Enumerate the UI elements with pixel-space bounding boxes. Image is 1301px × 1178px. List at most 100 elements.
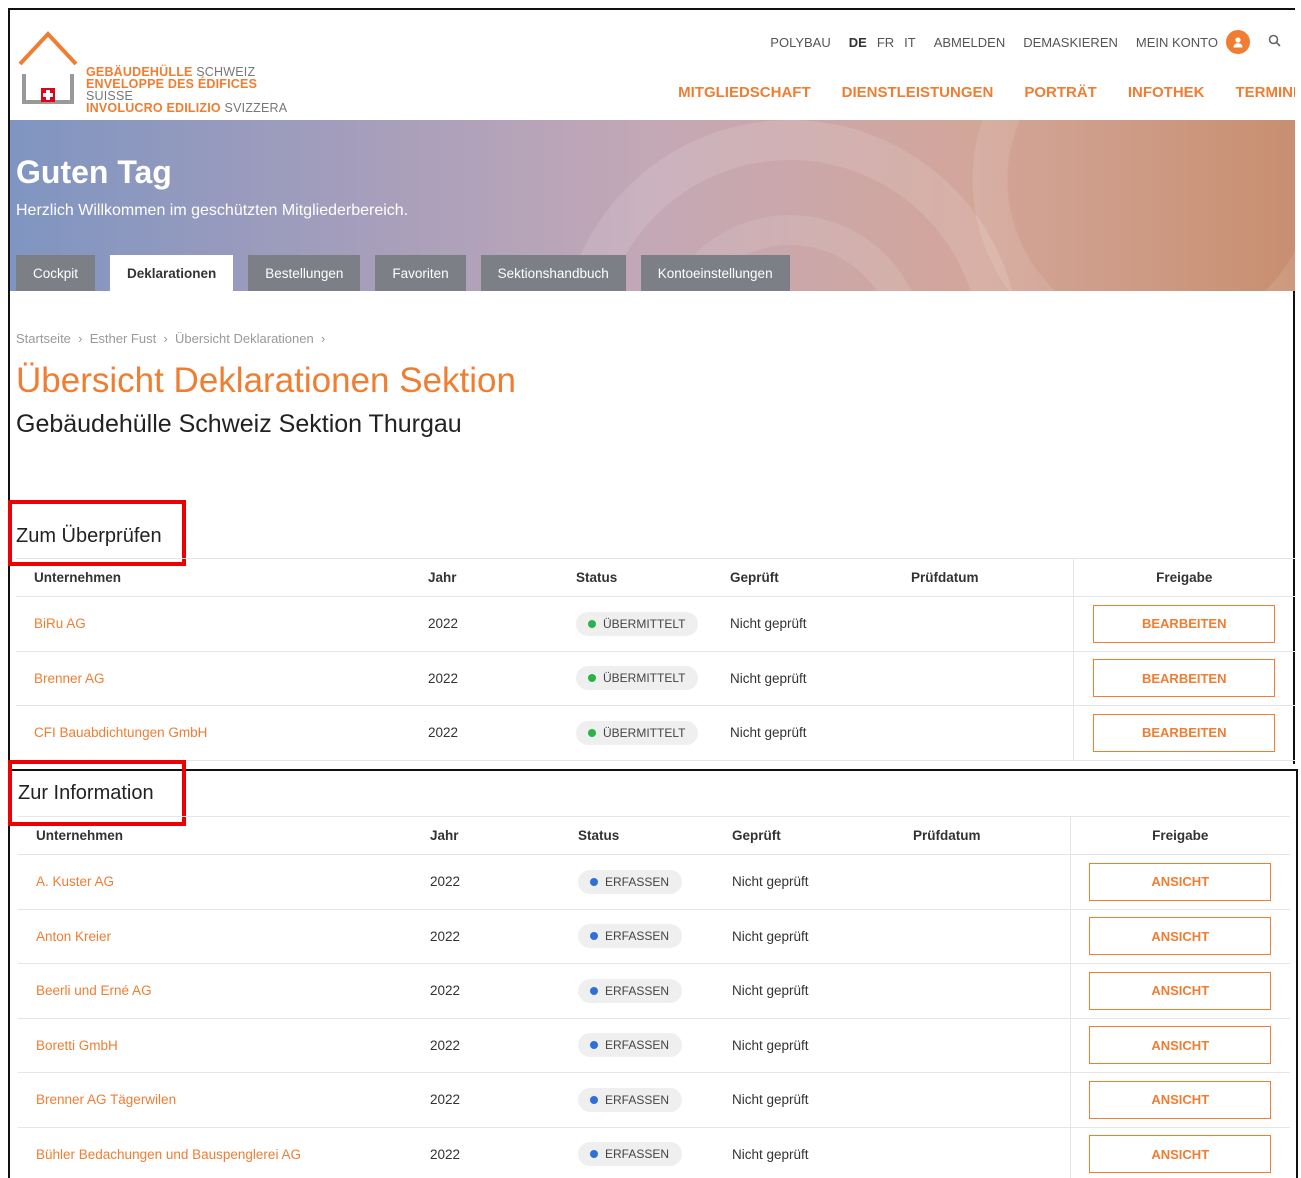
edit-button[interactable]: BEARBEITEN (1093, 659, 1276, 698)
company-link[interactable]: Boretti GmbH (18, 1018, 430, 1073)
breadcrumb-user[interactable]: Esther Fust (90, 331, 156, 346)
top-navigation: POLYBAU DE FR IT ABMELDEN DEMASKIEREN ME… (770, 30, 1295, 54)
lang-fr[interactable]: FR (877, 35, 894, 50)
checked-cell: Nicht geprüft (732, 854, 913, 910)
breadcrumb-current[interactable]: Übersicht Deklarationen (175, 331, 314, 346)
status-label: ÜBERMITTELT (603, 671, 686, 686)
logout-link[interactable]: ABMELDEN (934, 35, 1006, 50)
status-dot-icon (588, 619, 596, 628)
tab-sektionshandbuch[interactable]: Sektionshandbuch (480, 255, 626, 291)
company-link[interactable]: Anton Kreier (18, 909, 430, 964)
tab-bestellungen[interactable]: Bestellungen (248, 255, 361, 291)
language-switcher: DE FR IT (849, 35, 916, 50)
table-row: Beerli und Erné AG 2022 ERFASSEN Nicht g… (18, 963, 1290, 1019)
status-label: ERFASSEN (605, 1147, 670, 1162)
checked-cell: Nicht geprüft (732, 1072, 913, 1128)
nav-portraet[interactable]: PORTRÄT (1024, 84, 1097, 101)
action-cell: ANSICHT (1069, 1018, 1290, 1073)
status-label: ERFASSEN (605, 1038, 670, 1053)
status-badge: ERFASSEN (578, 978, 683, 1003)
table-row: BiRu AG 2022 ÜBERMITTELT Nicht geprüft B… (16, 596, 1295, 652)
col-jahr: Jahr (428, 558, 576, 597)
col-pruefdatum: Prüfdatum (911, 558, 1073, 597)
date-cell (911, 705, 1073, 761)
checked-cell: Nicht geprüft (730, 705, 911, 761)
edit-button[interactable]: BEARBEITEN (1093, 713, 1276, 752)
year-cell: 2022 (430, 909, 578, 964)
col-unternehmen: Unternehmen (16, 558, 428, 597)
table-row: Boretti GmbH 2022 ERFASSEN Nicht geprüft… (18, 1018, 1290, 1073)
lang-it[interactable]: IT (904, 35, 916, 50)
hero-title: Guten Tag (16, 154, 172, 190)
status-cell: ERFASSEN (578, 1018, 732, 1073)
company-link[interactable]: BiRu AG (16, 596, 428, 652)
action-cell: ANSICHT (1069, 854, 1290, 910)
breadcrumb-separator: › (317, 331, 326, 346)
view-button[interactable]: ANSICHT (1089, 862, 1272, 901)
status-dot-icon (590, 1041, 598, 1050)
status-cell: ERFASSEN (578, 1127, 732, 1178)
table-header-row: Unternehmen Jahr Status Geprüft Prüfdatu… (16, 558, 1295, 597)
col-status: Status (576, 558, 730, 597)
lang-de[interactable]: DE (849, 35, 867, 50)
tab-deklarationen[interactable]: Deklarationen (110, 255, 234, 291)
date-cell (913, 1072, 1070, 1128)
tab-kontoeinstellungen[interactable]: Kontoeinstellungen (640, 255, 790, 291)
breadcrumb-separator: › (159, 331, 175, 346)
status-cell: ÜBERMITTELT (576, 651, 730, 706)
view-button[interactable]: ANSICHT (1089, 1080, 1272, 1119)
year-cell: 2022 (430, 963, 578, 1019)
nav-infothek[interactable]: INFOTHEK (1128, 84, 1205, 101)
unmask-link[interactable]: DEMASKIEREN (1023, 35, 1118, 50)
status-dot-icon (590, 1150, 598, 1159)
company-link[interactable]: Bühler Bedachungen und Bauspenglerei AG (18, 1127, 430, 1178)
col-unternehmen: Unternehmen (18, 816, 430, 855)
view-button[interactable]: ANSICHT (1089, 917, 1272, 956)
action-cell: BEARBEITEN (1072, 651, 1295, 706)
date-cell (913, 1018, 1070, 1073)
main-navigation: MITGLIEDSCHAFT DIENSTLEISTUNGEN PORTRÄT … (678, 84, 1295, 101)
status-label: ERFASSEN (605, 929, 670, 944)
status-label: ERFASSEN (605, 983, 670, 998)
edit-button[interactable]: BEARBEITEN (1093, 604, 1276, 643)
company-link[interactable]: Beerli und Erné AG (18, 963, 430, 1019)
nav-mitgliedschaft[interactable]: MITGLIEDSCHAFT (678, 84, 811, 101)
view-button[interactable]: ANSICHT (1089, 971, 1272, 1010)
company-link[interactable]: Brenner AG Tägerwilen (18, 1072, 430, 1128)
col-geprueft: Geprüft (732, 816, 913, 855)
status-badge: ÜBERMITTELT (576, 666, 699, 691)
checked-cell: Nicht geprüft (730, 651, 911, 706)
my-account-link[interactable]: MEIN KONTO (1136, 30, 1250, 54)
status-dot-icon (590, 986, 598, 995)
polybau-link[interactable]: POLYBAU (770, 35, 830, 50)
year-cell: 2022 (428, 651, 576, 706)
year-cell: 2022 (430, 1018, 578, 1073)
nav-dienstleistungen[interactable]: DIENSTLEISTUNGEN (842, 84, 994, 101)
search-icon[interactable] (1268, 34, 1281, 50)
status-label: ÜBERMITTELT (603, 616, 686, 631)
status-cell: ERFASSEN (578, 909, 732, 964)
company-link[interactable]: A. Kuster AG (18, 854, 430, 910)
table-row: CFI Bauabdichtungen GmbH 2022 ÜBERMITTEL… (16, 705, 1295, 761)
company-link[interactable]: CFI Bauabdichtungen GmbH (16, 705, 428, 761)
site-logo[interactable]: GEBÄUDEHÜLLE SCHWEIZ ENVELOPPE DES ÉDIFI… (16, 24, 306, 114)
tab-cockpit[interactable]: Cockpit (16, 255, 96, 291)
view-button[interactable]: ANSICHT (1089, 1026, 1272, 1065)
company-link[interactable]: Brenner AG (16, 651, 428, 706)
nav-termine[interactable]: TERMINE (1236, 84, 1296, 101)
status-label: ÜBERMITTELT (603, 725, 686, 740)
checked-cell: Nicht geprüft (732, 909, 913, 964)
tab-favoriten[interactable]: Favoriten (375, 255, 466, 291)
my-account-label: MEIN KONTO (1135, 34, 1218, 50)
status-badge: ERFASSEN (578, 1087, 683, 1112)
breadcrumb: Startseite › Esther Fust › Übersicht Dek… (16, 331, 325, 346)
breadcrumb-home[interactable]: Startseite (16, 331, 71, 346)
status-badge: ERFASSEN (578, 924, 683, 949)
col-status: Status (578, 816, 732, 855)
status-dot-icon (588, 728, 596, 737)
status-dot-icon (590, 1095, 598, 1104)
view-button[interactable]: ANSICHT (1089, 1135, 1272, 1174)
page-title: Übersicht Deklarationen Sektion (16, 361, 516, 400)
year-cell: 2022 (430, 854, 578, 910)
date-cell (911, 596, 1073, 652)
